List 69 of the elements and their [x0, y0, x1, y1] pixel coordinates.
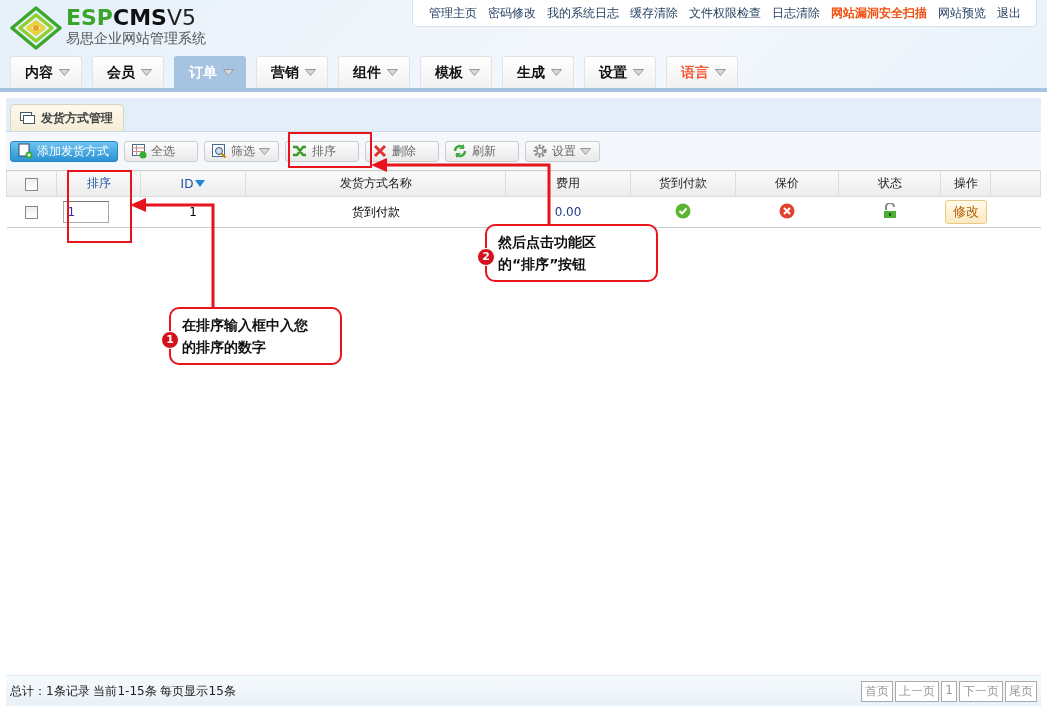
id-cell: 1 — [189, 205, 197, 219]
x-icon — [372, 143, 388, 159]
top-link[interactable]: 密码修改 — [482, 4, 541, 22]
gear-icon — [532, 143, 548, 159]
top-link[interactable]: 网站预览 — [932, 4, 991, 22]
refresh-icon — [452, 143, 468, 159]
toolbar-button[interactable]: 全选 — [124, 140, 198, 162]
toolbar-button[interactable]: 设置 — [525, 140, 600, 162]
nav-tab[interactable]: 模板 — [420, 56, 492, 88]
top-link[interactable]: 管理主页 — [423, 4, 482, 22]
column-header: 状态 — [877, 175, 902, 192]
top-link[interactable]: 我的系统日志 — [541, 4, 624, 22]
nav-tab[interactable]: 组件 — [338, 56, 410, 88]
top-link[interactable]: 退出 — [991, 4, 1026, 22]
logo-wordmark: ESPCMSV5 — [66, 6, 197, 30]
check-circle-icon[interactable] — [675, 202, 691, 219]
column-header: 费用 — [556, 175, 580, 192]
step-number: 2 — [477, 248, 495, 266]
toolbar-button[interactable]: 删除 — [365, 140, 439, 162]
top-link[interactable]: 网站漏洞安全扫描 — [825, 4, 932, 22]
column-header[interactable]: ID — [180, 176, 206, 191]
column-header[interactable]: 排序 — [86, 175, 111, 192]
select-all-checkbox[interactable] — [25, 177, 38, 191]
caret-icon — [141, 69, 152, 76]
nav-tab[interactable]: 会员 — [92, 56, 164, 88]
edit-button[interactable]: 修改 — [944, 200, 987, 224]
panel-tab[interactable]: 发货方式管理 — [10, 104, 124, 131]
step-number: 1 — [161, 331, 179, 349]
column-header: 货到付款 — [659, 175, 707, 192]
monitor-icon — [19, 111, 35, 125]
column-header: 保价 — [775, 175, 799, 192]
column-header: 发货方式名称 — [339, 175, 412, 192]
open-padlock-icon[interactable] — [882, 202, 897, 219]
top-link[interactable]: 文件权限检查 — [683, 4, 766, 22]
row-checkbox[interactable] — [25, 206, 38, 219]
nav-tab[interactable]: 内容 — [10, 56, 82, 88]
logo-subtitle: 易思企业网站管理系统 — [66, 30, 206, 46]
document-plus-icon — [17, 143, 33, 159]
name-cell: 货到付款 — [351, 204, 400, 219]
callout-text: 然后点击功能区的“排序”按钮 — [498, 234, 596, 272]
caret-icon — [580, 147, 591, 155]
caret-icon — [259, 147, 270, 155]
sort-down-icon — [195, 180, 206, 187]
caret-icon — [305, 69, 316, 76]
caret-icon — [469, 69, 480, 76]
fee-cell: 0.00 — [554, 205, 582, 219]
top-link[interactable]: 日志清除 — [766, 4, 825, 22]
toolbar-button[interactable]: 筛选 — [204, 140, 279, 162]
callout-text: 在排序输入框中入您的排序的数字 — [182, 317, 308, 355]
top-link[interactable]: 缓存清除 — [624, 4, 683, 22]
caret-icon — [223, 69, 234, 76]
caret-icon — [551, 69, 562, 76]
nav-tab[interactable]: 设置 — [584, 56, 656, 88]
logo-icon — [10, 6, 62, 50]
column-header: 操作 — [953, 175, 978, 192]
record-summary: 总计：1条记录 当前1-15条 每页显示15条 — [10, 682, 236, 700]
toolbar-button[interactable]: 排序 — [285, 140, 359, 162]
caret-icon — [387, 69, 398, 76]
caret-icon — [59, 69, 70, 76]
magnifier-icon — [211, 143, 227, 159]
grid-icon — [131, 143, 147, 159]
caret-icon — [633, 69, 644, 76]
x-circle-icon[interactable] — [779, 202, 795, 219]
nav-tab[interactable]: 营销 — [256, 56, 328, 88]
sort-order-input[interactable]: 1 — [62, 201, 109, 223]
toolbar-button[interactable]: 刷新 — [445, 140, 519, 162]
shuffle-arrows-icon — [292, 143, 308, 159]
caret-icon — [715, 69, 726, 76]
nav-tab[interactable]: 生成 — [502, 56, 574, 88]
